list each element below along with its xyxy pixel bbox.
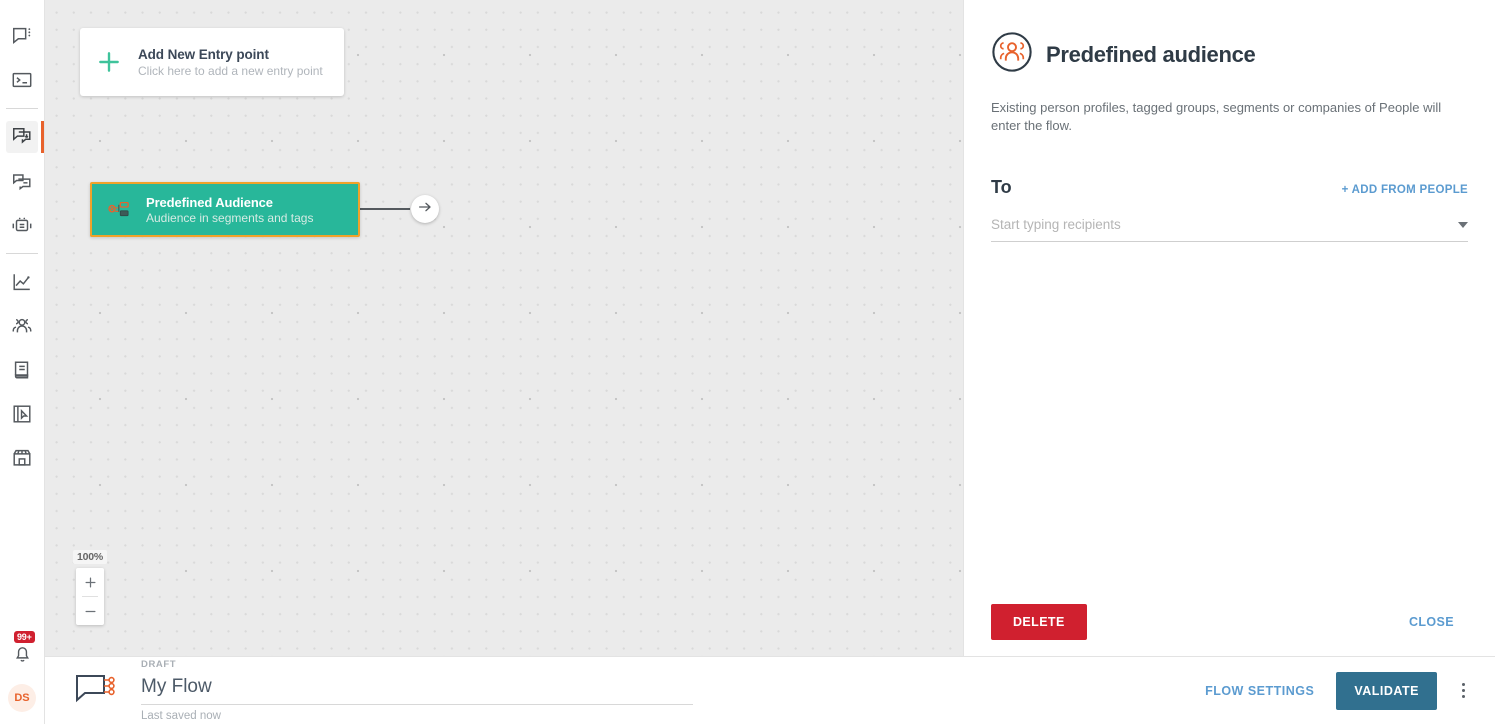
node-connector-line: [360, 208, 410, 210]
close-button[interactable]: CLOSE: [1395, 604, 1468, 640]
node-subtitle: Audience in segments and tags: [146, 210, 314, 225]
notifications-button[interactable]: 99+: [6, 631, 38, 672]
flow-settings-button[interactable]: FLOW SETTINGS: [1193, 674, 1326, 708]
flow-name-input[interactable]: [141, 672, 693, 705]
sidebar-item-console[interactable]: [6, 64, 38, 96]
analytics-icon: [11, 271, 33, 293]
entry-card-title: Add New Entry point: [138, 46, 269, 62]
audience-node-icon: [92, 199, 146, 221]
sidebar-item-conversations[interactable]: [6, 20, 38, 52]
recipients-placeholder: Start typing recipients: [991, 217, 1121, 232]
plus-icon: [80, 49, 138, 75]
sidebar-item-analytics[interactable]: [6, 266, 38, 298]
zoom-in-button[interactable]: [76, 568, 104, 596]
flow-bubble-icon: [71, 672, 121, 710]
flow-meta: DRAFT Last saved now: [141, 659, 693, 722]
add-new-entry-point-card[interactable]: Add New Entry point Click here to add a …: [80, 28, 344, 96]
validate-button[interactable]: VALIDATE: [1336, 671, 1437, 710]
panel-footer: DELETE CLOSE: [991, 604, 1468, 656]
zoom-out-button[interactable]: [76, 597, 104, 625]
rail-divider-2: [6, 253, 38, 254]
sidebar-item-bots[interactable]: [6, 209, 38, 241]
recipients-field[interactable]: Start typing recipients: [991, 217, 1468, 242]
sidebar-item-flows[interactable]: [6, 121, 44, 153]
panel-title: Predefined audience: [1046, 41, 1256, 67]
panel-description: Existing person profiles, tagged groups,…: [991, 100, 1442, 133]
sidebar-item-campaigns[interactable]: [6, 165, 38, 197]
rail-divider-1: [6, 108, 38, 109]
flow-canvas[interactable]: Add New Entry point Click here to add a …: [45, 0, 963, 656]
zoom-button-group: [76, 568, 104, 625]
inbox-icon: [11, 170, 33, 192]
rail-group-1: [0, 14, 44, 102]
add-from-people-link[interactable]: + ADD FROM PEOPLE: [1342, 184, 1468, 196]
kebab-dot-1: [1461, 683, 1465, 686]
to-field-row: To + ADD FROM PEOPLE: [991, 177, 1468, 198]
terminal-icon: [11, 69, 33, 91]
node-texts: Predefined Audience Audience in segments…: [146, 195, 313, 225]
flow-status-label: DRAFT: [141, 659, 177, 670]
sidebar-item-knowledge-base[interactable]: [6, 354, 38, 386]
knowledge-icon: [11, 359, 33, 381]
kebab-menu-icon[interactable]: [1449, 677, 1477, 705]
panel-spacer: [991, 242, 1468, 604]
zoom-controls: 100%: [73, 550, 107, 625]
panel-header: Predefined audience: [991, 31, 1468, 78]
rail-group-2: [0, 115, 44, 247]
arrow-right-icon: [417, 199, 433, 220]
entry-card-texts: Add New Entry point Click here to add a …: [138, 47, 323, 78]
last-saved-label: Last saved now: [141, 710, 221, 722]
node-output-arrow-button[interactable]: [411, 195, 439, 223]
zoom-level-label: 100%: [73, 550, 107, 564]
delete-button[interactable]: DELETE: [991, 604, 1087, 640]
sidebar-item-people[interactable]: [6, 310, 38, 342]
kebab-dot-3: [1461, 695, 1465, 698]
widget-icon: [11, 403, 33, 425]
bottom-bar: DRAFT Last saved now FLOW SETTINGS VALID…: [45, 656, 1495, 724]
node-title: Predefined Audience: [146, 194, 273, 210]
app-root: 99+ DS Add New Entry point Click here to…: [0, 0, 1495, 724]
sidebar-item-marketplace[interactable]: [6, 442, 38, 474]
node-settings-panel: Predefined audience Existing person prof…: [963, 0, 1495, 656]
bot-icon: [11, 214, 33, 236]
rail-bottom-group: 99+ DS: [0, 631, 44, 724]
entry-card-subtitle: Click here to add a new entry point: [138, 63, 323, 78]
flow-node-predefined-audience[interactable]: Predefined Audience Audience in segments…: [90, 182, 360, 237]
flows-icon: [11, 126, 33, 148]
notifications-badge: 99+: [14, 631, 35, 643]
rail-group-3: [0, 260, 44, 480]
to-label: To: [991, 177, 1012, 197]
sidebar-item-widgets[interactable]: [6, 398, 38, 430]
kebab-dot-2: [1461, 689, 1465, 692]
left-nav-rail: 99+ DS: [0, 0, 45, 724]
audience-group-icon: [991, 31, 1033, 78]
people-icon: [11, 315, 33, 337]
store-icon: [11, 447, 33, 469]
bell-icon: [12, 643, 33, 669]
chevron-down-icon[interactable]: [1458, 221, 1468, 228]
chat-icon: [11, 25, 33, 47]
avatar[interactable]: DS: [8, 684, 36, 712]
